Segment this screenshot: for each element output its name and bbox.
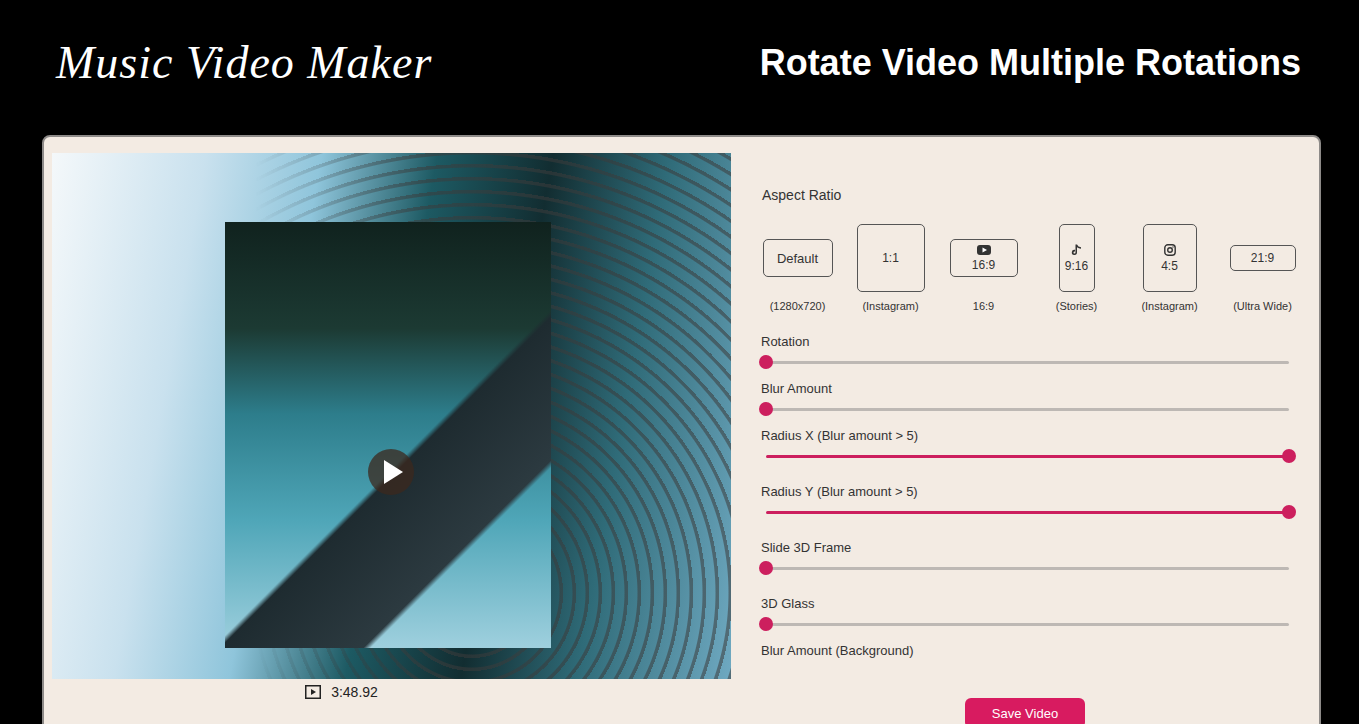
aspect-ratio-slot: 4:5	[1143, 223, 1197, 293]
controls-column: Aspect Ratio Default (1280x720) 1:1 (Instagr…	[731, 153, 1309, 724]
play-icon	[382, 459, 404, 485]
slider-track	[766, 408, 1289, 411]
control-label: 3D Glass	[751, 596, 1309, 611]
aspect-ratio-caption: (Instagram)	[862, 300, 918, 312]
aspect-ratio-caption: (Ultra Wide)	[1233, 300, 1292, 312]
control-row: Blur Amount	[751, 381, 1309, 428]
tiktok-icon	[1071, 244, 1082, 256]
header: Music Video Maker Rotate Video Multiple R…	[0, 0, 1359, 135]
aspect-ratio-box[interactable]: 21:9	[1230, 245, 1296, 271]
aspect-ratio-slot: 16:9	[950, 223, 1018, 293]
aspect-ratio-option[interactable]: Default (1280x720)	[751, 223, 844, 312]
control-label: Radius X (Blur amount > 5)	[751, 428, 1309, 443]
aspect-ratio-label: Aspect Ratio	[751, 187, 1309, 203]
aspect-ratio-option[interactable]: 21:9 (Ultra Wide)	[1216, 223, 1309, 312]
slider-thumb[interactable]	[759, 617, 773, 631]
slider-fill	[766, 511, 1289, 514]
aspect-ratio-options: Default (1280x720) 1:1 (Instagram) 16:9 16:9 9…	[751, 223, 1309, 312]
aspect-ratio-box[interactable]: 9:16	[1059, 224, 1095, 292]
control-label: Blur Amount (Background)	[751, 643, 1309, 658]
aspect-ratio-option[interactable]: 1:1 (Instagram)	[844, 223, 937, 312]
aspect-ratio-box[interactable]: 1:1	[857, 224, 925, 292]
aspect-ratio-caption: (1280x720)	[770, 300, 826, 312]
slider-thumb[interactable]	[1282, 505, 1296, 519]
save-button[interactable]: Save Video	[965, 698, 1085, 724]
aspect-ratio-slot: 9:16	[1059, 223, 1095, 293]
youtube-icon	[977, 245, 991, 255]
aspect-ratio-text: 1:1	[882, 251, 899, 265]
play-box-icon[interactable]	[305, 685, 321, 699]
video-preview	[52, 153, 731, 679]
control-row: Slide 3D Frame	[751, 540, 1309, 596]
control-label: Radius Y (Blur amount > 5)	[751, 484, 1309, 499]
play-button[interactable]	[368, 449, 414, 495]
slider[interactable]	[766, 617, 1289, 631]
slider-track	[766, 511, 1289, 514]
slider-fill	[766, 455, 1289, 458]
page-heading: Rotate Video Multiple Rotations	[760, 42, 1301, 84]
aspect-ratio-box[interactable]: Default	[763, 239, 833, 277]
time-row: 3:48.92	[52, 679, 731, 700]
control-label: Rotation	[751, 334, 1309, 349]
aspect-ratio-option[interactable]: 4:5 (Instagram)	[1123, 223, 1216, 312]
aspect-ratio-caption: 16:9	[973, 300, 994, 312]
time-label: 3:48.92	[331, 684, 378, 700]
slider[interactable]	[766, 505, 1289, 519]
slider-thumb[interactable]	[759, 402, 773, 416]
slider[interactable]	[766, 561, 1289, 575]
control-row: Rotation	[751, 334, 1309, 381]
aspect-ratio-box[interactable]: 16:9	[950, 239, 1018, 277]
aspect-ratio-text: Default	[777, 251, 818, 266]
aspect-ratio-text: 16:9	[972, 258, 995, 272]
editor-panel: 3:48.92 Aspect Ratio Default (1280x720) 1:1 (…	[42, 135, 1321, 724]
aspect-ratio-slot: Default	[763, 223, 833, 293]
slider-thumb[interactable]	[759, 561, 773, 575]
slider-track	[766, 361, 1289, 364]
slider[interactable]	[766, 402, 1289, 416]
aspect-ratio-caption: (Stories)	[1056, 300, 1098, 312]
slider[interactable]	[766, 355, 1289, 369]
control-row: Blur Amount (Background)	[751, 643, 1309, 690]
save-row: Save Video	[751, 698, 1309, 724]
control-row: Radius Y (Blur amount > 5)	[751, 484, 1309, 540]
aspect-ratio-slot: 1:1	[857, 223, 925, 293]
slider-track	[766, 455, 1289, 458]
page: Music Video Maker Rotate Video Multiple R…	[0, 0, 1359, 724]
control-label: Slide 3D Frame	[751, 540, 1309, 555]
aspect-ratio-caption: (Instagram)	[1141, 300, 1197, 312]
aspect-ratio-option[interactable]: 16:9 16:9	[937, 223, 1030, 312]
frame-photo	[225, 222, 551, 648]
control-row: 3D Glass	[751, 596, 1309, 643]
aspect-ratio-text: 4:5	[1161, 259, 1178, 273]
slider-track	[766, 623, 1289, 626]
aspect-ratio-slot: 21:9	[1230, 223, 1296, 293]
controls-list: Rotation Blur Amount Radius X (Blur amount…	[751, 334, 1309, 690]
instagram-icon	[1164, 244, 1176, 256]
control-row: Radius X (Blur amount > 5)	[751, 428, 1309, 484]
aspect-ratio-text: 21:9	[1251, 251, 1274, 265]
slider-thumb[interactable]	[759, 355, 773, 369]
aspect-ratio-text: 9:16	[1065, 259, 1088, 273]
control-label: Blur Amount	[751, 381, 1309, 396]
slider-thumb[interactable]	[1282, 449, 1296, 463]
video-frame	[225, 222, 551, 648]
slider[interactable]	[766, 449, 1289, 463]
aspect-ratio-box[interactable]: 4:5	[1143, 224, 1197, 292]
slider-track	[766, 567, 1289, 570]
app-title: Music Video Maker	[56, 36, 432, 89]
aspect-ratio-option[interactable]: 9:16 (Stories)	[1030, 223, 1123, 312]
preview-column: 3:48.92	[52, 153, 731, 724]
